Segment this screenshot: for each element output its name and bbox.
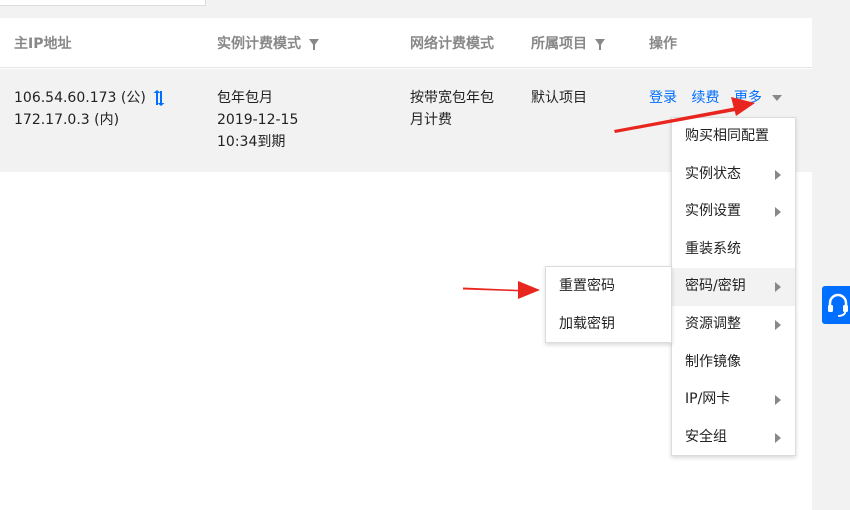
column-header-ip: 主IP地址 (14, 36, 72, 52)
menu-item-buy-same-config[interactable]: 购买相同配置 (672, 118, 795, 156)
column-header-billing[interactable]: 实例计费模式 (217, 35, 319, 53)
public-ip: 106.54.60.173 (公) (14, 90, 146, 106)
submenu-arrow-icon (775, 282, 781, 293)
filter-icon[interactable] (595, 38, 605, 50)
right-gutter (812, 0, 850, 510)
billing-cell: 包年包月 2019-12-15 10:34到期 (217, 90, 299, 150)
menu-item-instance-settings[interactable]: 实例设置 (672, 193, 795, 231)
renew-link[interactable]: 续费 (691, 90, 719, 106)
submenu-arrow-icon (775, 320, 781, 330)
project-cell: 默认项目 (531, 90, 587, 106)
menu-item-instance-status[interactable]: 实例状态 (672, 156, 795, 194)
password-key-submenu: 重置密码 加载密钥 (545, 266, 672, 343)
network-billing-cell: 按带宽包年包 月计费 (410, 90, 494, 128)
login-link[interactable]: 登录 (649, 90, 677, 106)
headset-icon (828, 293, 848, 317)
submenu-item-load-key[interactable]: 加载密钥 (546, 306, 671, 343)
menu-item-security-group[interactable]: 安全组 (672, 419, 795, 457)
menu-item-reinstall-system[interactable]: 重装系统 (672, 231, 795, 269)
submenu-arrow-icon (775, 432, 781, 443)
submenu-arrow-icon (775, 395, 781, 406)
submenu-item-reset-password[interactable]: 重置密码 (546, 268, 671, 305)
more-menu: 购买相同配置 实例状态 实例设置 重装系统 密码/密钥 资源调整 制作镜像 IP… (671, 117, 796, 456)
submenu-arrow-icon (775, 169, 781, 180)
ip-cell: 106.54.60.173 (公) 172.17.0.3 (内) (14, 87, 166, 131)
column-header-network: 网络计费模式 (410, 36, 494, 52)
private-ip: 172.17.0.3 (内) (14, 112, 120, 128)
search-input-edge[interactable] (0, 0, 206, 6)
menu-item-resource-adjust[interactable]: 资源调整 (672, 306, 795, 344)
more-dropdown[interactable]: 更多 (734, 90, 762, 106)
switch-ip-icon[interactable] (152, 90, 166, 106)
menu-item-create-image[interactable]: 制作镜像 (672, 344, 795, 382)
actions-cell: 登录 续费 更多 (649, 87, 782, 109)
table-header: 主IP地址 实例计费模式 网络计费模式 所属项目 操作 (0, 18, 812, 68)
column-header-actions: 操作 (649, 36, 677, 52)
menu-item-ip-nic[interactable]: IP/网卡 (672, 381, 795, 419)
support-button[interactable] (822, 286, 850, 324)
menu-item-password-key[interactable]: 密码/密钥 (672, 268, 795, 306)
chevron-down-icon[interactable] (771, 95, 782, 101)
submenu-arrow-icon (775, 207, 781, 218)
column-header-project[interactable]: 所属项目 (531, 35, 605, 53)
filter-icon[interactable] (309, 38, 319, 50)
